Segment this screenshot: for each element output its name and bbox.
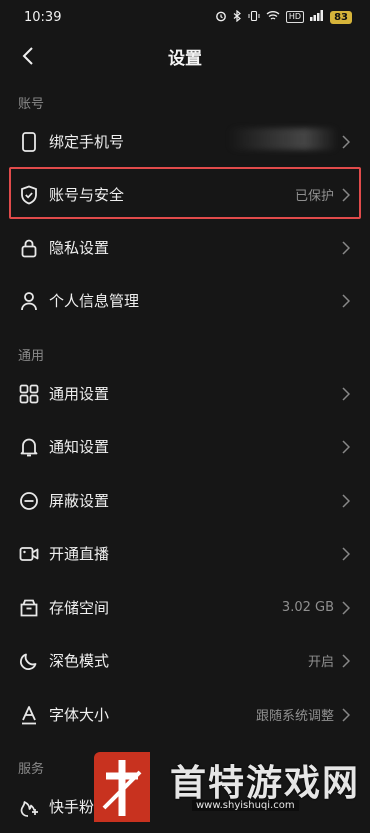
person-icon <box>18 290 40 312</box>
chevron-right-icon <box>342 653 352 668</box>
font-size-icon <box>18 704 40 726</box>
status-time: 10:39 <box>24 9 62 25</box>
section-label-service: 服务 <box>18 762 45 777</box>
row-label: 开通直播 <box>49 545 110 563</box>
signal-icon <box>310 10 324 24</box>
chevron-right-icon <box>342 493 352 508</box>
section-label-general: 通用 <box>18 349 45 364</box>
row-label: 隐私设置 <box>49 239 110 257</box>
status-bar: 10:39 HD 83 <box>0 0 370 34</box>
chevron-right-icon <box>342 134 352 149</box>
row-label: 通知设置 <box>49 438 110 456</box>
blurred-phone-number <box>228 128 338 150</box>
row-value: 跟随系统调整 <box>255 709 334 724</box>
row-account-security[interactable]: 账号与安全 已保护 <box>0 168 370 221</box>
wifi-icon <box>266 10 280 24</box>
vibrate-icon <box>248 10 260 25</box>
moon-icon <box>18 650 40 672</box>
section-label-account: 账号 <box>18 97 45 112</box>
phone-icon <box>18 131 40 153</box>
status-icons: HD 83 <box>215 9 352 25</box>
nav-bar: 设置 <box>0 34 370 78</box>
row-privacy-settings[interactable]: 隐私设置 <box>0 221 370 274</box>
chevron-right-icon <box>342 546 352 561</box>
block-icon <box>18 490 40 512</box>
row-font-size[interactable]: 字体大小 跟随系统调整 <box>0 688 370 741</box>
battery-indicator: 83 <box>330 10 352 24</box>
page-title: 设置 <box>168 48 202 69</box>
row-label: 快手粉条 <box>49 798 110 816</box>
alarm-icon <box>215 10 227 25</box>
row-label: 深色模式 <box>49 652 110 670</box>
grid-icon <box>18 383 40 405</box>
row-general-settings[interactable]: 通用设置 <box>0 367 370 420</box>
chevron-right-icon <box>342 386 352 401</box>
chevron-right-icon <box>342 600 352 615</box>
row-label: 个人信息管理 <box>49 292 140 310</box>
lock-icon <box>18 237 40 259</box>
chevron-right-icon <box>342 293 352 308</box>
row-label: 通用设置 <box>49 385 110 403</box>
chevron-right-icon <box>342 707 352 722</box>
row-label: 屏蔽设置 <box>49 492 110 510</box>
bell-icon <box>18 436 40 458</box>
row-value: 3.02 GB <box>281 600 334 615</box>
row-label: 字体大小 <box>49 706 110 724</box>
row-storage-space[interactable]: 存储空间 3.02 GB <box>0 581 370 634</box>
row-label: 存储空间 <box>49 599 110 617</box>
chevron-right-icon <box>342 439 352 454</box>
chevron-right-icon <box>342 187 352 202</box>
row-label: 账号与安全 <box>49 186 125 204</box>
shield-icon <box>18 184 40 206</box>
back-button[interactable] <box>14 42 42 70</box>
row-block-settings[interactable]: 屏蔽设置 <box>0 474 370 527</box>
storage-icon <box>18 597 40 619</box>
hd-badge: HD <box>285 11 305 23</box>
row-kuaishou-fantiao[interactable]: 快手粉条 <box>0 780 370 833</box>
video-camera-icon <box>18 543 40 565</box>
row-value: 开启 <box>307 655 334 670</box>
chevron-left-icon <box>22 47 33 65</box>
row-value: 已保护 <box>294 189 334 204</box>
row-open-live[interactable]: 开通直播 <box>0 527 370 580</box>
row-notification-settings[interactable]: 通知设置 <box>0 420 370 473</box>
bluetooth-icon <box>233 9 242 25</box>
chevron-right-icon <box>342 240 352 255</box>
sparkle-icon <box>18 796 40 818</box>
row-dark-mode[interactable]: 深色模式 开启 <box>0 634 370 687</box>
row-personal-info[interactable]: 个人信息管理 <box>0 274 370 327</box>
